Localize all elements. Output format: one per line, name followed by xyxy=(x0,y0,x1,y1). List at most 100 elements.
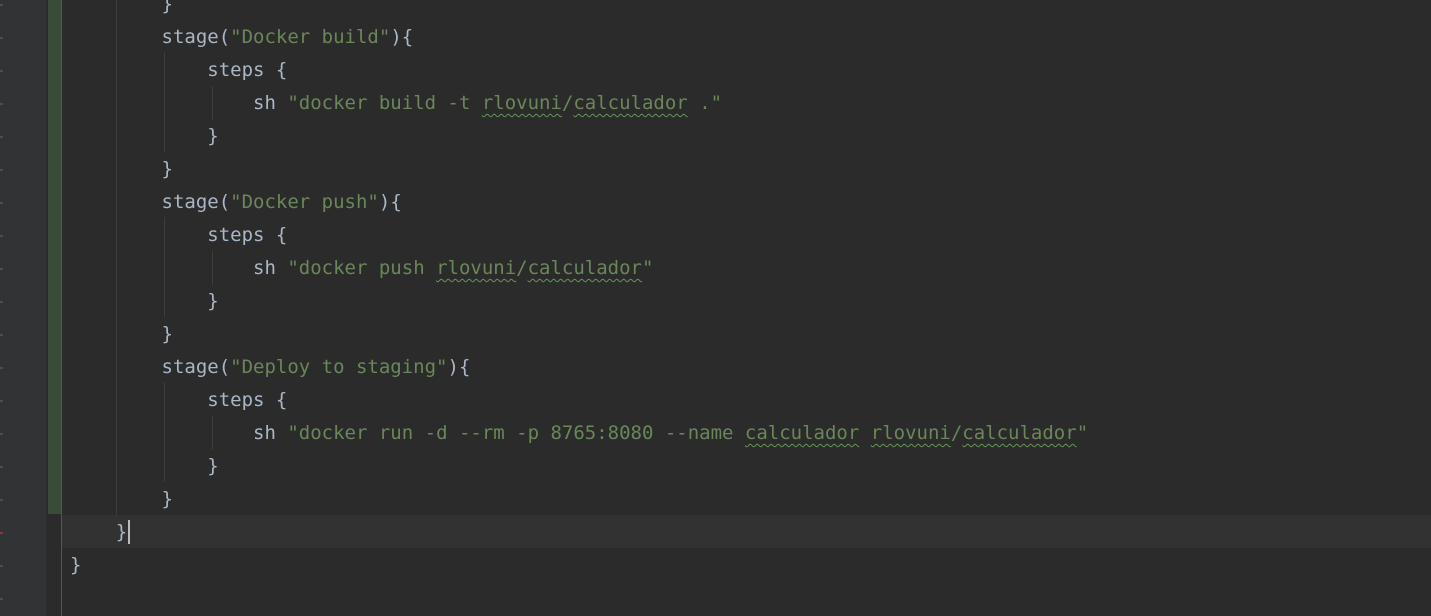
code-line[interactable]: } xyxy=(70,153,173,186)
code-token: } xyxy=(115,521,128,543)
string-token: "docker build -t xyxy=(287,92,482,114)
gutter-fold-mark xyxy=(0,433,3,435)
code-token: stage( xyxy=(161,191,231,213)
code-token: sh xyxy=(253,422,288,444)
gutter-fold-mark xyxy=(0,235,3,237)
code-line[interactable]: sh "docker run -d --rm -p 8765:8080 --na… xyxy=(70,417,1088,450)
gutter-fold-mark xyxy=(0,202,3,204)
string-token: / xyxy=(561,92,574,114)
code-line[interactable]: steps { xyxy=(70,384,287,417)
code-line[interactable]: steps { xyxy=(70,54,287,87)
gutter-fold-mark xyxy=(0,367,3,369)
code-token: } xyxy=(161,0,173,15)
code-token: steps { xyxy=(207,389,288,411)
gutter-fold-mark xyxy=(0,4,3,6)
gutter-fold-mark xyxy=(0,565,3,567)
code-line[interactable]: } xyxy=(70,516,131,549)
code-line[interactable]: stage("Docker push"){ xyxy=(70,186,402,219)
code-line[interactable]: } xyxy=(70,450,219,483)
typo-warning-token: calculador xyxy=(962,422,1077,444)
line-gutter[interactable] xyxy=(0,0,46,616)
code-line[interactable]: sh "docker build -t rlovuni/calculador .… xyxy=(70,87,722,120)
gutter-fold-mark xyxy=(0,400,3,402)
string-token: "docker run -d --rm -p 8765:8080 --name xyxy=(287,422,745,444)
current-line-highlight xyxy=(62,515,1431,548)
string-token: / xyxy=(950,422,963,444)
gutter-fold-mark xyxy=(0,103,3,105)
string-token: " xyxy=(642,257,654,279)
typo-warning-token: rlovuni xyxy=(481,92,562,114)
gutter-fold-mark xyxy=(0,598,3,600)
gutter-fold-mark xyxy=(0,169,3,171)
code-token: ){ xyxy=(390,26,414,48)
gutter-fold-mark xyxy=(0,268,3,270)
string-token: / xyxy=(516,257,528,279)
code-token: ){ xyxy=(447,356,471,378)
text-caret xyxy=(128,519,131,544)
typo-warning-token: rlovuni xyxy=(436,257,517,279)
code-token: ){ xyxy=(378,191,402,213)
code-line[interactable]: stage("Docker build"){ xyxy=(70,21,414,54)
code-token: } xyxy=(161,323,173,345)
string-token: "docker push xyxy=(287,257,437,279)
code-token: steps { xyxy=(207,224,288,246)
typo-warning-token: calculador xyxy=(527,257,642,279)
gutter-fold-mark xyxy=(0,37,3,39)
code-line[interactable]: steps { xyxy=(70,219,287,252)
code-line[interactable]: } xyxy=(70,549,81,582)
gutter-fold-mark xyxy=(0,499,3,501)
code-token: } xyxy=(161,488,173,510)
code-line[interactable]: } xyxy=(70,483,173,516)
string-token: "Docker build" xyxy=(230,26,391,48)
typo-warning-token: calculador xyxy=(744,422,860,444)
gutter-fold-mark xyxy=(0,334,3,336)
code-token: sh xyxy=(253,92,288,114)
gutter-fold-mark xyxy=(0,301,3,303)
code-line[interactable]: sh "docker push rlovuni/calculador" xyxy=(70,252,653,285)
code-token: } xyxy=(207,455,219,477)
vcs-change-marker[interactable] xyxy=(48,0,61,514)
code-token: stage( xyxy=(161,26,231,48)
string-token xyxy=(859,422,870,444)
typo-warning-token: rlovuni xyxy=(870,422,951,444)
gutter-fold-mark xyxy=(0,532,3,534)
code-token: steps { xyxy=(207,59,288,81)
code-line[interactable]: } xyxy=(70,0,173,21)
code-token: } xyxy=(161,158,173,180)
gutter-fold-mark xyxy=(0,70,3,72)
string-token: " xyxy=(1076,422,1089,444)
code-line[interactable]: stage("Deploy to staging"){ xyxy=(70,351,471,384)
string-token: ." xyxy=(687,92,723,114)
code-token: sh xyxy=(253,257,288,279)
string-token: "Deploy to staging" xyxy=(230,356,448,378)
code-line[interactable]: } xyxy=(70,285,219,318)
code-token: stage( xyxy=(161,356,231,378)
code-editor[interactable]: } stage("Docker build"){ steps { sh "doc… xyxy=(0,0,1431,616)
gutter-fold-mark xyxy=(0,466,3,468)
code-line[interactable]: } xyxy=(70,120,219,153)
gutter-fold-mark xyxy=(0,136,3,138)
code-token: } xyxy=(70,554,82,576)
code-line[interactable]: } xyxy=(70,318,173,351)
string-token: "Docker push" xyxy=(230,191,379,213)
typo-warning-token: calculador xyxy=(573,92,688,114)
code-token: } xyxy=(207,290,219,312)
code-token: } xyxy=(207,125,219,147)
